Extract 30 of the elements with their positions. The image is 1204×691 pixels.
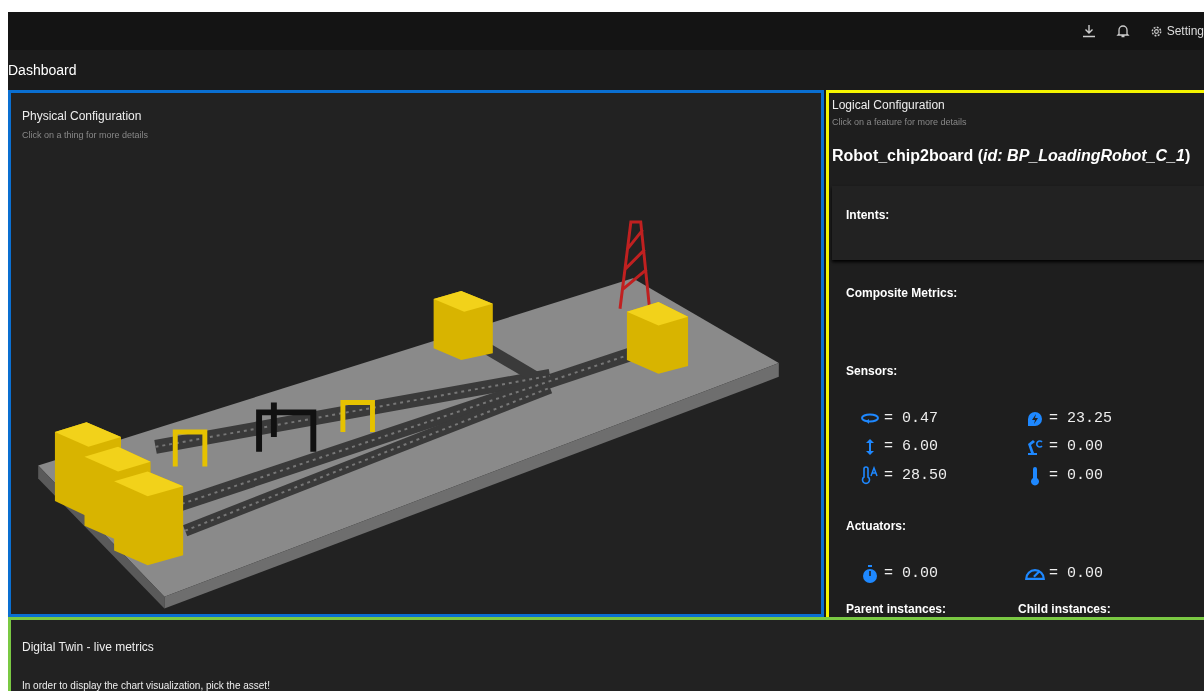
panel-title: Logical Configuration xyxy=(832,97,946,114)
panel-title: Digital Twin - live metrics xyxy=(22,639,155,656)
metric-value: = 0.00 xyxy=(1049,437,1103,457)
metric-value: = 0.00 xyxy=(884,564,938,584)
metric-value: = 28.50 xyxy=(884,465,947,486)
stopwatch-icon xyxy=(860,564,880,585)
bell-icon[interactable] xyxy=(1115,24,1130,38)
metric-value: = 23.25 xyxy=(1049,408,1112,429)
panel-subtitle: Click on a thing for more details xyxy=(22,129,150,142)
metric-value: = 0.00 xyxy=(1049,465,1103,486)
info-message: In order to display the chart visualization, pick the asset! xyxy=(22,679,271,691)
section-title: Parent instances: xyxy=(846,600,948,618)
thermometer-icon xyxy=(860,465,880,486)
section-title: Sensors: xyxy=(846,363,898,378)
section-title: Child instances: xyxy=(1018,600,1112,618)
section-title: Intents: xyxy=(846,207,890,222)
section-title: Actuators: xyxy=(846,519,906,533)
robot-arm-icon xyxy=(1025,437,1045,458)
gauge-icon xyxy=(1025,568,1045,580)
panel-title: Physical Configuration xyxy=(22,108,143,125)
metric-value: = 6.00 xyxy=(884,437,938,457)
section-title: Composite Metrics: xyxy=(846,285,958,300)
panel-subtitle: Click on a feature for more details xyxy=(832,116,968,129)
asset-title: Robot_chip2board (id: BP_LoadingRobot_C_1) xyxy=(832,145,1192,166)
metric-value: = 0.00 xyxy=(1049,564,1103,584)
metric-value: = 0.47 xyxy=(884,408,938,429)
settings-button[interactable]: Setting xyxy=(1149,22,1204,40)
page-title: Dashboard xyxy=(8,60,77,80)
settings-icon xyxy=(1149,24,1163,38)
download-icon[interactable] xyxy=(1081,24,1096,38)
